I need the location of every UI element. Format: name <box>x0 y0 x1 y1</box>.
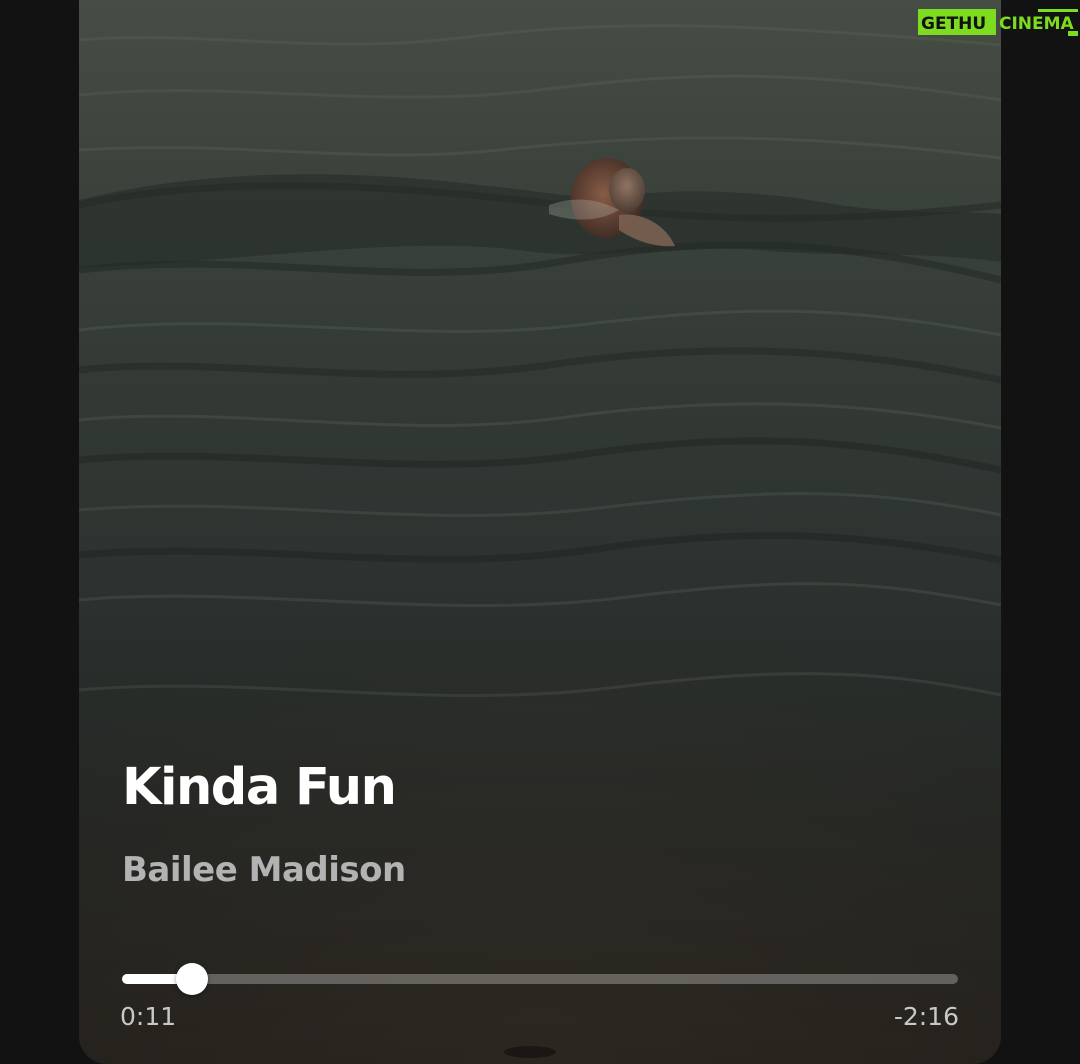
seek-thumb-icon[interactable] <box>176 963 209 995</box>
now-playing-screen: Kinda Fun Bailee Madison 0:11 -2:16 GETH… <box>0 0 1080 1064</box>
svg-text:CINEMA: CINEMA <box>999 14 1075 34</box>
canvas-video: Kinda Fun Bailee Madison 0:11 -2:16 <box>79 0 1001 1064</box>
gethucinema-watermark-logo: GETHU CINEMA <box>918 9 1078 36</box>
track-title[interactable]: Kinda Fun <box>122 758 397 817</box>
remaining-time: -2:16 <box>893 1002 959 1031</box>
elapsed-time: 0:11 <box>120 1002 177 1031</box>
seek-bar[interactable] <box>122 963 958 995</box>
bottom-gradient-overlay <box>79 0 1001 1064</box>
svg-text:GETHU: GETHU <box>921 14 986 34</box>
artist-name[interactable]: Bailee Madison <box>122 850 406 890</box>
seek-bar-track[interactable] <box>122 974 958 984</box>
